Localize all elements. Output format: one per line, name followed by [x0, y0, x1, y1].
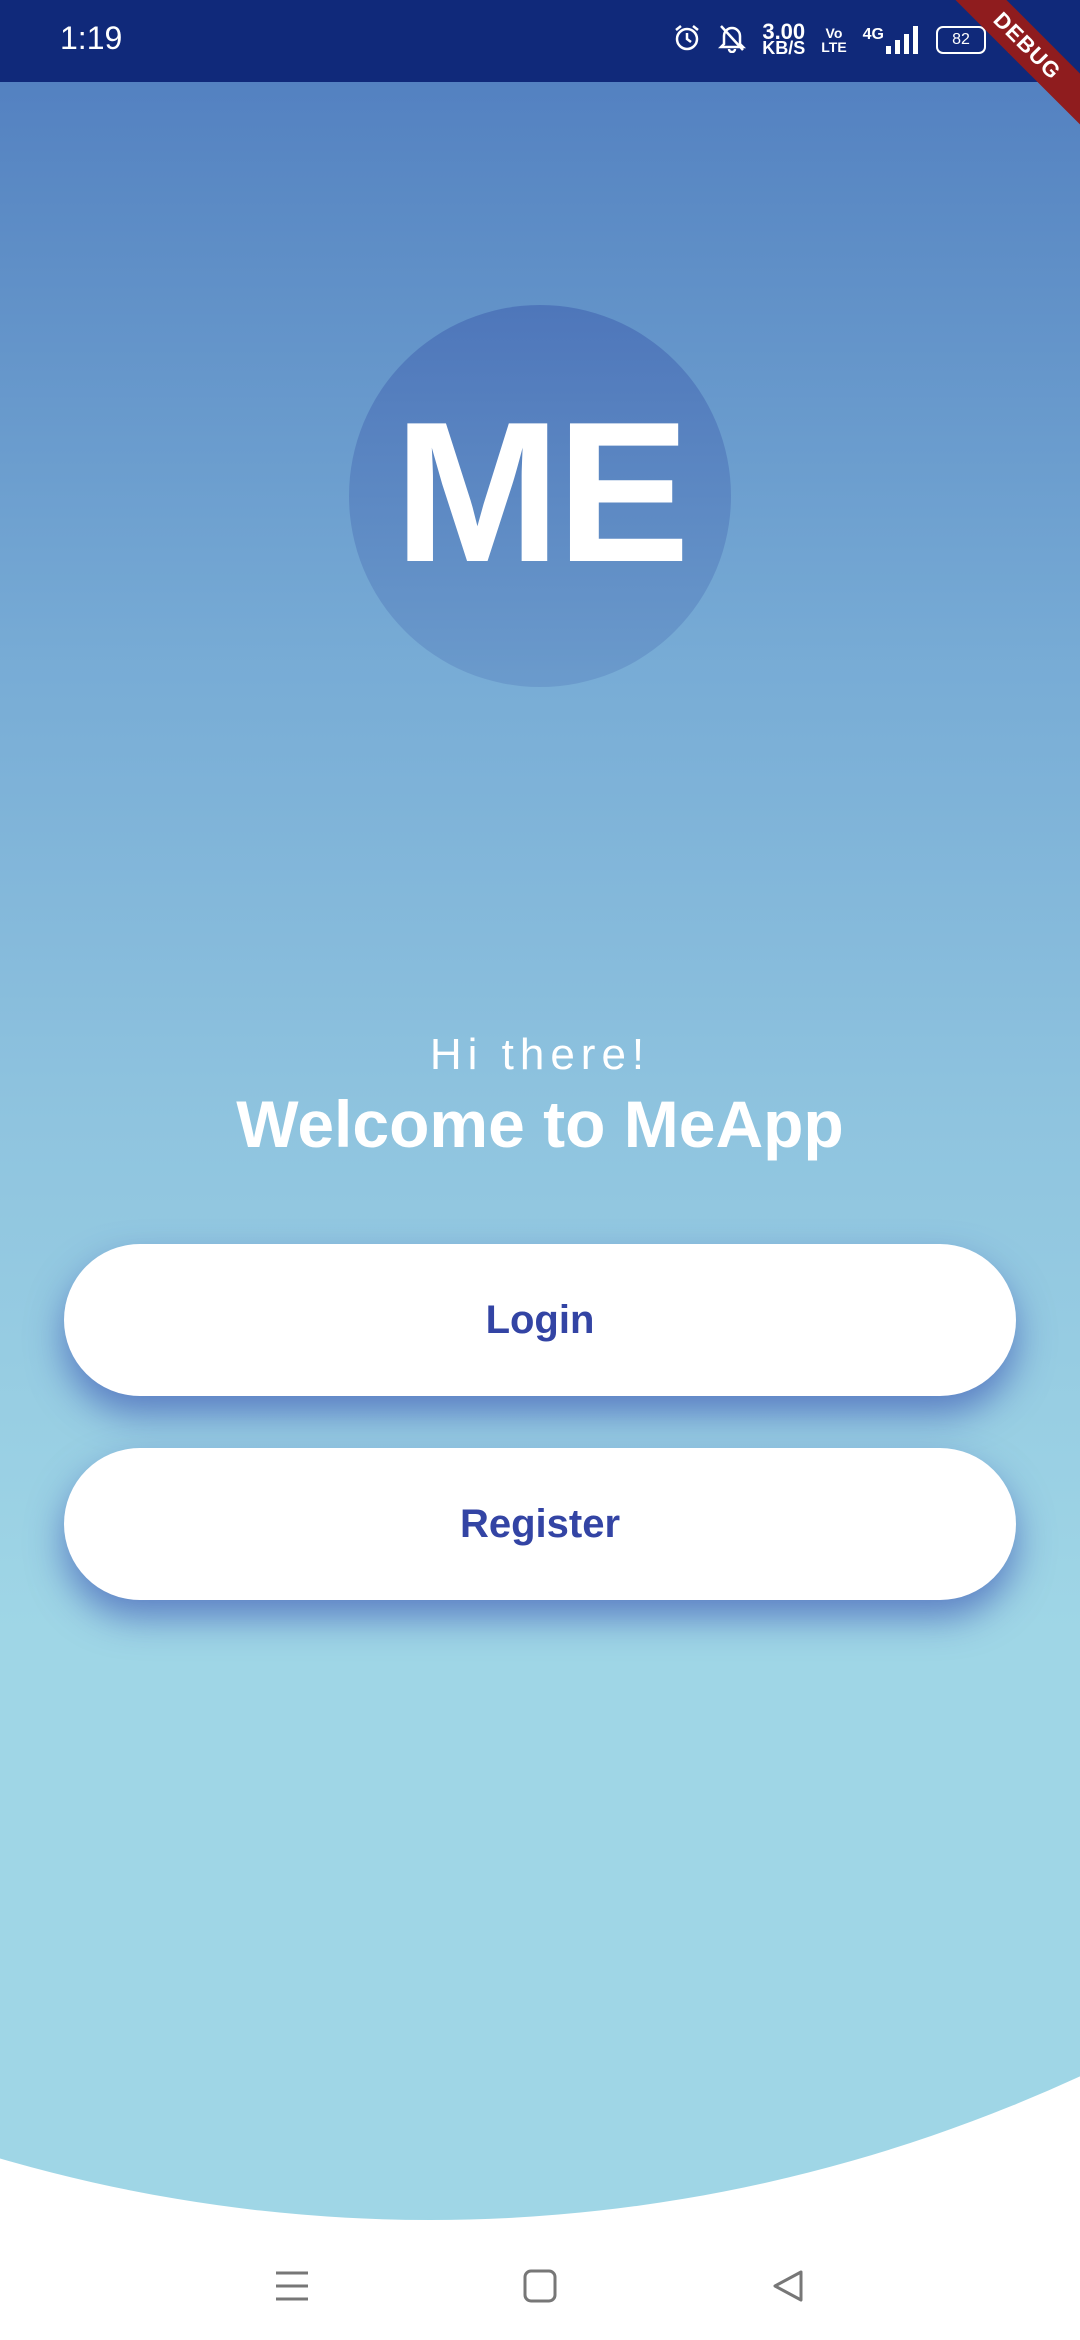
status-bar: 1:19 3.00 KB/S Vo LTE 4G 82 — [0, 0, 1080, 82]
app-logo: ME — [349, 305, 731, 687]
menu-icon[interactable] — [262, 2256, 322, 2316]
back-triangle-icon[interactable] — [758, 2256, 818, 2316]
register-button[interactable]: Register — [64, 1448, 1016, 1600]
bell-off-icon — [718, 23, 747, 58]
logo-text: ME — [394, 381, 690, 604]
network-type: 4G — [862, 26, 884, 43]
status-time: 1:19 — [60, 20, 123, 56]
battery-indicator: 82 — [936, 26, 986, 54]
login-button[interactable]: Login — [64, 1244, 1016, 1396]
home-square-icon[interactable] — [510, 2256, 570, 2316]
status-icons: 3.00 KB/S Vo LTE 4G 82 — [672, 18, 1020, 62]
greeting-text: Hi there! — [429, 1030, 651, 1079]
volte-indicator: Vo LTE — [821, 25, 847, 55]
alarm-icon — [672, 23, 702, 58]
welcome-title: Welcome to MeApp — [236, 1087, 844, 1161]
signal-icon: 4G — [863, 26, 920, 54]
system-nav-bar — [0, 2226, 1080, 2340]
network-speed: 3.00 KB/S — [762, 19, 806, 58]
